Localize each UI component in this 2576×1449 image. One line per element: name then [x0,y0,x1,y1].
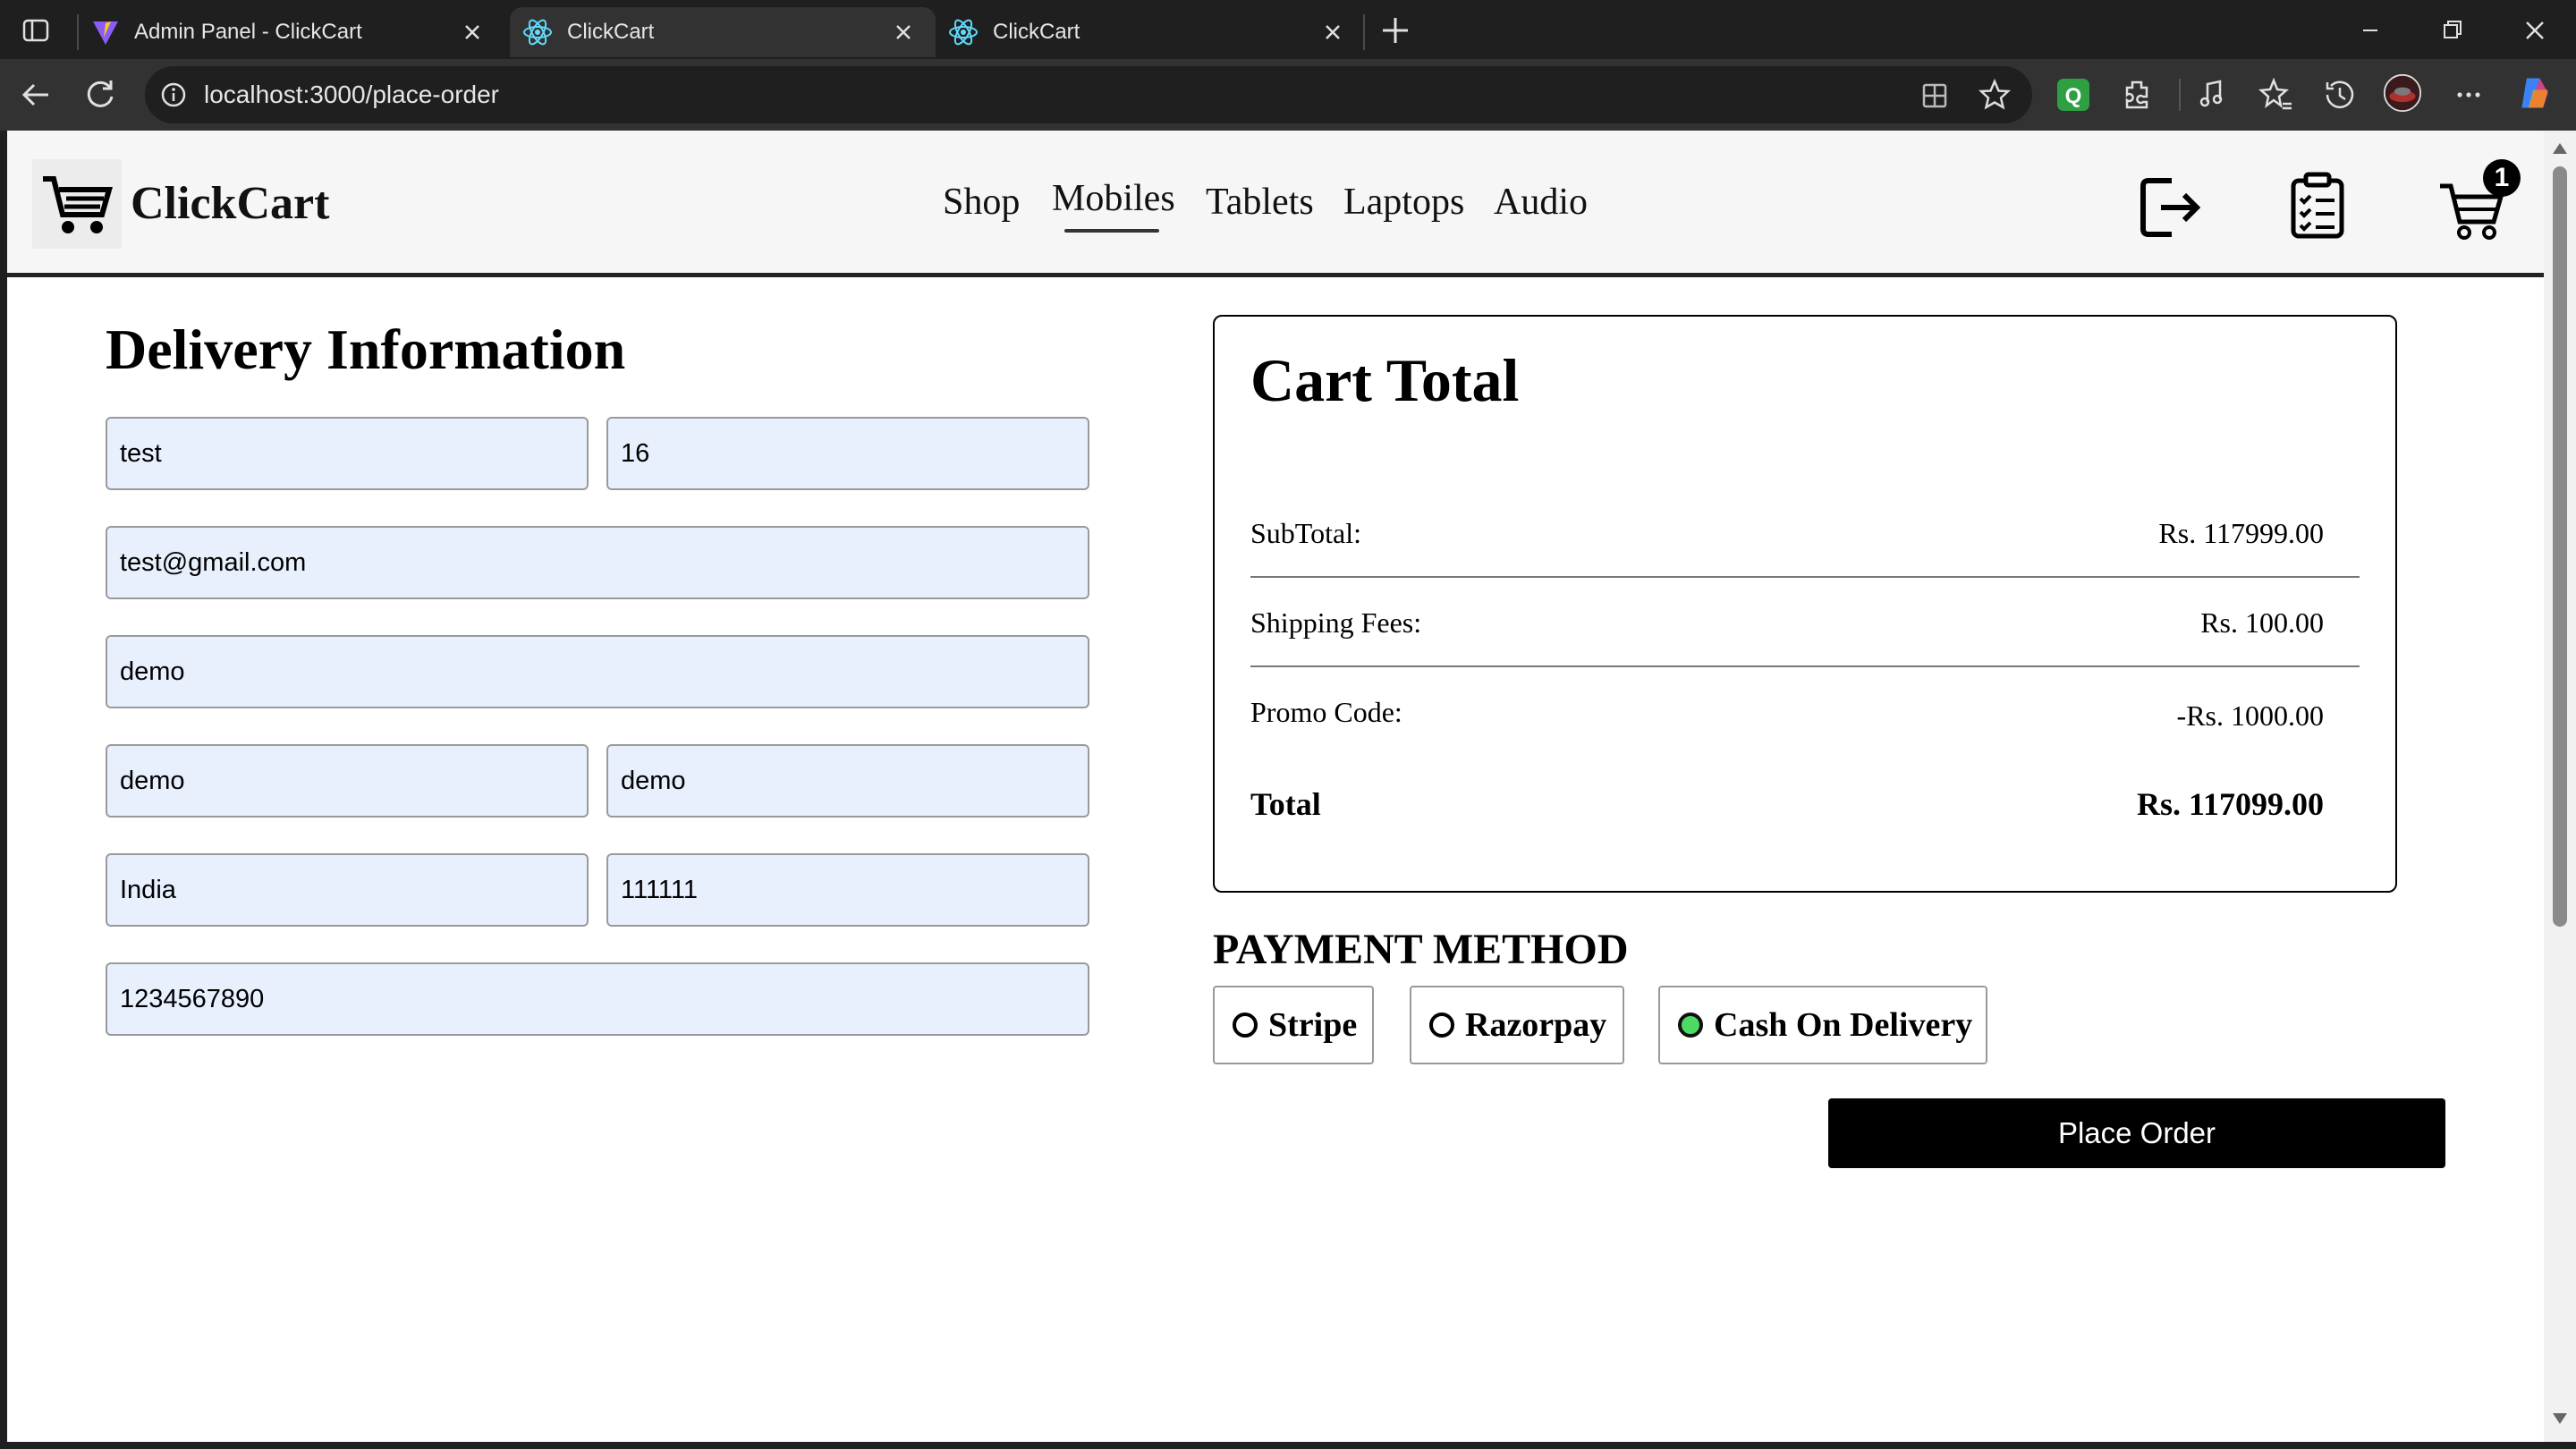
street-field[interactable]: demo [106,635,1089,708]
nav-link-mobiles[interactable]: Mobiles [1052,177,1175,220]
divider [1250,665,2360,667]
state-field[interactable]: demo [606,744,1089,818]
payment-option-label: Cash On Delivery [1714,1006,1973,1044]
nav-link-audio[interactable]: Audio [1494,181,1588,224]
svg-text:Q: Q [2065,84,2082,108]
radio-icon [1429,1013,1454,1038]
profile-avatar-icon[interactable] [2383,73,2422,113]
country-field[interactable]: India [106,853,589,927]
extensions-icon[interactable] [2118,75,2157,114]
copilot-icon[interactable] [2515,73,2555,113]
close-tab-icon[interactable] [891,20,916,45]
city-field[interactable]: demo [106,744,589,818]
page-scrollbar[interactable] [2544,131,2576,1442]
subtotal-value: Rs. 117999.00 [2158,517,2324,549]
total-label: Total [1250,786,1321,822]
browser-toolbar: localhost:3000/place-order Q [0,59,2576,131]
brand-name[interactable]: ClickCart [131,177,329,230]
payment-option-label: Stripe [1268,1006,1358,1044]
last-name-field[interactable]: 16 [606,417,1089,490]
tab-title: ClickCart [993,20,1080,44]
site-info-icon[interactable] [159,80,188,109]
nav-link-laptops[interactable]: Laptops [1343,181,1464,224]
browser-tab-strip: Admin Panel - ClickCart ClickCart ClickC… [0,0,2576,59]
address-url[interactable]: localhost:3000/place-order [204,80,499,109]
vite-logo-icon [93,21,118,45]
close-window-icon[interactable] [2517,13,2553,48]
logo[interactable] [32,159,122,249]
close-tab-icon[interactable] [1320,20,1345,45]
promo-value: -Rs. 1000.00 [2176,699,2324,732]
favorite-star-icon[interactable] [1979,79,2011,111]
shipping-label: Shipping Fees: [1250,606,1422,639]
payment-option-cod[interactable]: Cash On Delivery [1658,986,1987,1064]
payment-option-stripe[interactable]: Stripe [1213,986,1374,1064]
first-name-field[interactable]: test [106,417,589,490]
sidebar-toggle-icon[interactable] [21,16,50,45]
nav-link-tablets[interactable]: Tablets [1206,181,1314,224]
back-arrow-icon[interactable] [16,75,55,114]
favorites-icon[interactable] [2256,75,2295,114]
react-logo-icon [949,19,978,46]
quick-extension-icon[interactable]: Q [2054,75,2093,114]
tab-title: Admin Panel - ClickCart [134,20,362,44]
tab-clickcart[interactable]: ClickCart [939,7,1365,57]
place-order-button[interactable]: Place Order [1828,1098,2445,1168]
delivery-title: Delivery Information [106,318,626,381]
active-nav-underline [1064,229,1159,233]
scrollbar-thumb[interactable] [2553,166,2567,927]
logout-icon[interactable] [2136,174,2204,242]
media-control-icon[interactable] [2193,75,2233,114]
react-logo-icon [523,19,552,46]
scroll-down-icon[interactable] [2551,1411,2569,1426]
orders-clipboard-icon[interactable] [2286,170,2349,242]
minimize-icon[interactable] [2352,13,2388,48]
cart-total-title: Cart Total [1250,346,1520,414]
restore-icon[interactable] [2435,13,2470,48]
cart-count-badge: 1 [2483,159,2521,197]
history-icon[interactable] [2320,75,2360,114]
more-menu-icon[interactable] [2449,75,2488,114]
tab-title: ClickCart [567,20,655,44]
payment-method-title: PAYMENT METHOD [1213,926,1629,973]
payment-option-razorpay[interactable]: Razorpay [1410,986,1624,1064]
divider [1250,576,2360,578]
shipping-value: Rs. 100.00 [2200,606,2324,639]
app-available-icon[interactable] [1919,80,1950,111]
radio-selected-icon [1678,1013,1703,1038]
window-bottom-edge [0,1442,2576,1449]
tab-admin-panel[interactable]: Admin Panel - ClickCart [86,7,504,57]
tab-clickcart-active[interactable]: ClickCart [510,7,936,57]
site-navbar: ClickCart Shop Mobiles Tablets Laptops A… [7,131,2544,277]
radio-icon [1233,1013,1258,1038]
subtotal-label: SubTotal: [1250,517,1361,549]
total-value: Rs. 117099.00 [2136,786,2324,822]
address-bar[interactable]: localhost:3000/place-order [145,66,2032,123]
nav-link-shop[interactable]: Shop [943,181,1020,224]
shopping-cart-logo-icon [43,176,113,233]
web-page: ClickCart Shop Mobiles Tablets Laptops A… [7,131,2544,1442]
zipcode-field[interactable]: 111111 [606,853,1089,927]
refresh-icon[interactable] [80,75,120,114]
promo-label: Promo Code: [1250,696,1402,728]
scroll-up-icon[interactable] [2551,141,2569,156]
close-tab-icon[interactable] [460,20,485,45]
payment-option-label: Razorpay [1465,1006,1607,1044]
phone-field[interactable]: 1234567890 [106,962,1089,1036]
email-field[interactable]: test@gmail.com [106,526,1089,599]
new-tab-icon[interactable] [1377,13,1413,48]
